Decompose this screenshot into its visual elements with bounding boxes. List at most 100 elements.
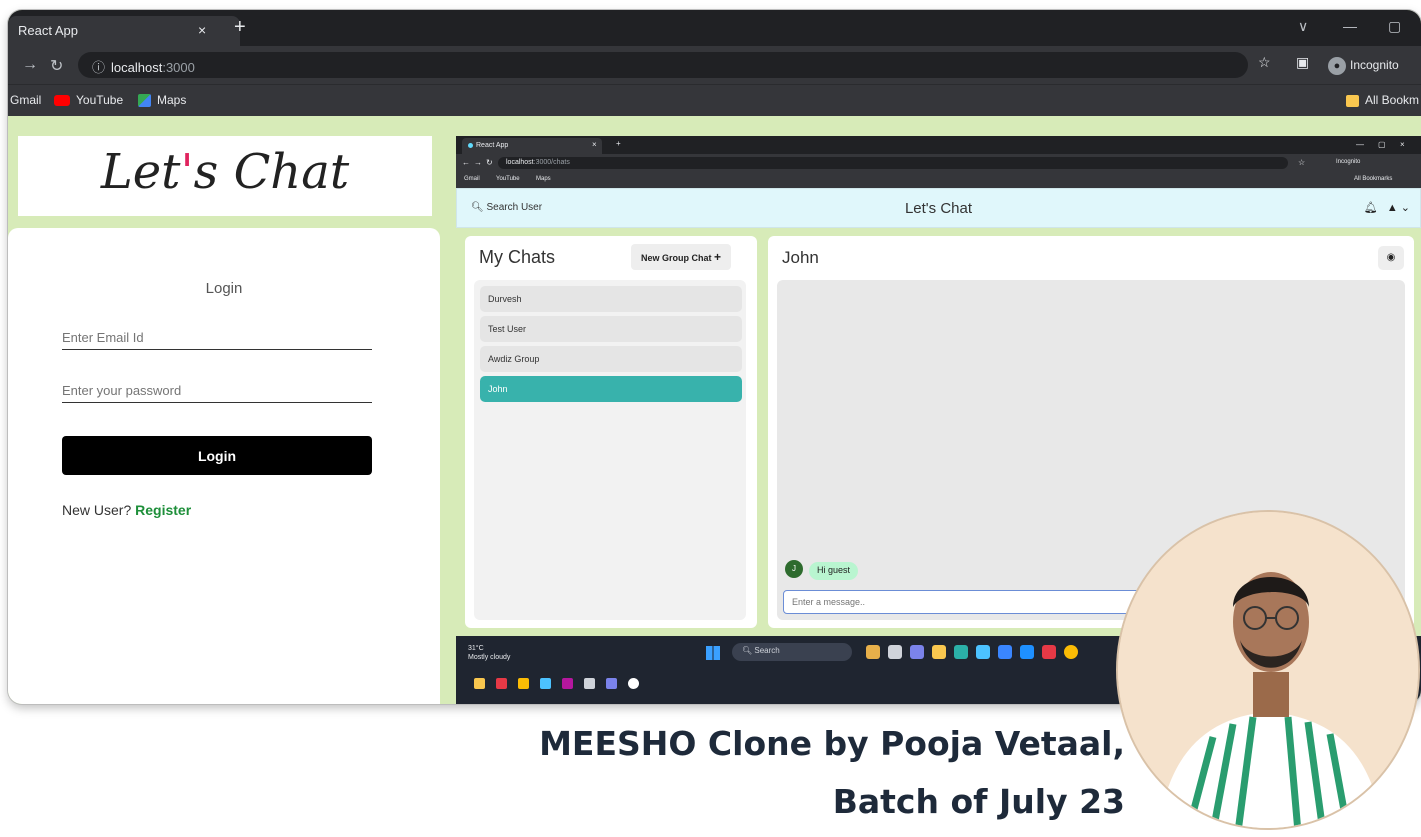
- presenter-illustration: [1118, 512, 1418, 828]
- caption-line-2: Batch of July 23: [832, 782, 1125, 821]
- all-bookmarks[interactable]: All Bookm: [1346, 93, 1419, 107]
- taskbar-small-icon: [518, 678, 529, 689]
- app-header: 🔍︎ Search User Let's Chat 🔔︎ ▲ ⌄: [456, 188, 1421, 228]
- app-title: Let's Chat: [904, 200, 973, 217]
- new-group-chat-button: New Group Chat +: [631, 244, 732, 270]
- task-view-icon: [888, 645, 902, 659]
- youtube-icon: [54, 95, 70, 107]
- chat-list-item: Durvesh: [480, 286, 742, 312]
- teams-icon: [910, 645, 924, 659]
- inner-minimize-icon: —: [1356, 140, 1364, 149]
- file-explorer-icon: [932, 645, 946, 659]
- inner-close-icon: ×: [1400, 140, 1405, 149]
- inner-browser-tab: React App: [462, 138, 602, 154]
- logo-apostrophe: ': [180, 144, 194, 200]
- windows-start-icon: [706, 646, 720, 660]
- bookmarks-bar: Gmail YouTube Maps All Bookm: [8, 84, 1421, 116]
- new-group-chat-label: New Group Chat: [641, 253, 712, 263]
- app-logo: Let's Chat: [18, 144, 432, 200]
- login-button[interactable]: Login: [62, 436, 372, 475]
- my-chats-panel: My Chats New Group Chat + Durvesh Test U…: [465, 236, 757, 628]
- minimize-icon[interactable]: —: [1343, 18, 1357, 34]
- video-caption: MEESHO Clone by Pooja Vetaal, Batch of J…: [380, 715, 1125, 831]
- weather-temp: 31°C: [468, 645, 484, 652]
- weather-desc: Mostly cloudy: [468, 654, 511, 661]
- widgets-icon: [866, 645, 880, 659]
- bookmark-maps-label: Maps: [157, 93, 187, 107]
- login-card: Login Login New User? Register: [8, 228, 440, 704]
- inner-bookmark-gmail: Gmail: [464, 176, 480, 182]
- mail-icon: [998, 645, 1012, 659]
- plus-icon: +: [714, 250, 722, 264]
- inner-reload-icon: ↻: [486, 158, 493, 167]
- store-icon: [976, 645, 990, 659]
- profile-menu-icon: ▲ ⌄: [1386, 202, 1410, 214]
- register-link[interactable]: Register: [135, 502, 191, 518]
- incognito-badge[interactable]: ● Incognito: [1328, 52, 1399, 78]
- sender-avatar: J: [785, 560, 803, 578]
- inner-back-icon: ←: [462, 158, 470, 167]
- presenter-photo: [1116, 510, 1420, 830]
- logo-text-end: s Chat: [193, 144, 350, 200]
- inner-address-bar: ← → ↻ localhost:3000/chats ☆ Incognito: [456, 154, 1421, 172]
- tab-strip: React App × + ∨ — ▢: [8, 10, 1421, 46]
- inner-tab-title: React App: [476, 142, 509, 149]
- all-bookmarks-label: All Bookm: [1365, 93, 1420, 107]
- message-bubble: Hi guest: [809, 562, 859, 580]
- bookmark-youtube[interactable]: YouTube: [54, 93, 123, 107]
- inner-tab-close-icon: ×: [592, 140, 597, 149]
- new-tab-icon[interactable]: +: [234, 17, 246, 37]
- app-icon-red: [1042, 645, 1056, 659]
- new-user-text: New User?: [62, 502, 136, 518]
- site-info-icon[interactable]: ⓘ: [92, 60, 105, 75]
- tab-search-chevron-icon[interactable]: ∨: [1298, 18, 1308, 35]
- inner-star-icon: ☆: [1298, 158, 1306, 167]
- inner-bookmarks-bar: Gmail YouTube Maps All Bookmarks: [456, 172, 1421, 188]
- url-input[interactable]: ⓘ localhost:3000: [78, 52, 1248, 78]
- taskbar-small-icon: [496, 678, 507, 689]
- edge-icon: [954, 645, 968, 659]
- taskbar-small-icon: [540, 678, 551, 689]
- my-chats-title: My Chats: [479, 247, 556, 267]
- inner-incognito-label: Incognito: [1336, 159, 1361, 165]
- restore-icon[interactable]: ▢: [1388, 18, 1401, 35]
- bookmark-maps[interactable]: Maps: [138, 93, 187, 108]
- reload-icon[interactable]: ↻: [50, 56, 63, 76]
- new-user-prompt: New User? Register: [62, 502, 191, 518]
- chat-list: Durvesh Test User Awdiz Group John: [474, 280, 746, 620]
- taskbar-search: 🔍︎ Search: [732, 643, 852, 661]
- taskbar-small-icon: [562, 678, 573, 689]
- inner-url-path: :3000/chats: [533, 159, 570, 166]
- taskbar-search-label: Search: [754, 646, 780, 655]
- taskbar-small-icon: [584, 678, 595, 689]
- inner-forward-icon: →: [474, 158, 482, 167]
- vscode-icon: [1020, 645, 1034, 659]
- tab-title: React App: [18, 23, 78, 38]
- bell-icon: 🔔︎: [1363, 202, 1378, 214]
- chat-list-item: Awdiz Group: [480, 346, 742, 372]
- forward-icon[interactable]: →: [22, 56, 38, 74]
- inner-url: localhost:3000/chats: [498, 157, 1288, 169]
- side-panel-icon[interactable]: ▣: [1296, 54, 1309, 71]
- inner-all-bookmarks: All Bookmarks: [1354, 176, 1393, 182]
- bookmark-gmail[interactable]: Gmail: [10, 93, 41, 107]
- login-title: Login: [205, 280, 243, 297]
- react-icon: [468, 143, 473, 148]
- bookmark-star-icon[interactable]: ☆: [1258, 54, 1271, 71]
- browser-tab[interactable]: React App ×: [8, 16, 240, 46]
- url-host: localhost: [111, 60, 163, 75]
- inner-bookmark-maps: Maps: [536, 176, 551, 182]
- caption-line-1: MEESHO Clone by Pooja Vetaal,: [539, 724, 1125, 763]
- incognito-icon: ●: [1328, 57, 1346, 75]
- password-field[interactable]: [62, 379, 372, 403]
- inner-tab-strip: React App × + — ▢ ×: [456, 136, 1421, 154]
- header-icons: 🔔︎ ▲ ⌄: [1364, 201, 1410, 214]
- taskbar-small-icon: [474, 678, 485, 689]
- tab-close-icon[interactable]: ×: [198, 22, 206, 38]
- taskbar-small-icon: [628, 678, 639, 689]
- taskbar-small-icon: [606, 678, 617, 689]
- bookmark-youtube-label: YouTube: [76, 93, 124, 107]
- address-bar-row: → ↻ ⓘ localhost:3000 ☆ ▣ ● Incognito: [8, 46, 1421, 84]
- weather-widget: 31°C Mostly cloudy: [468, 644, 510, 662]
- email-field[interactable]: [62, 326, 372, 350]
